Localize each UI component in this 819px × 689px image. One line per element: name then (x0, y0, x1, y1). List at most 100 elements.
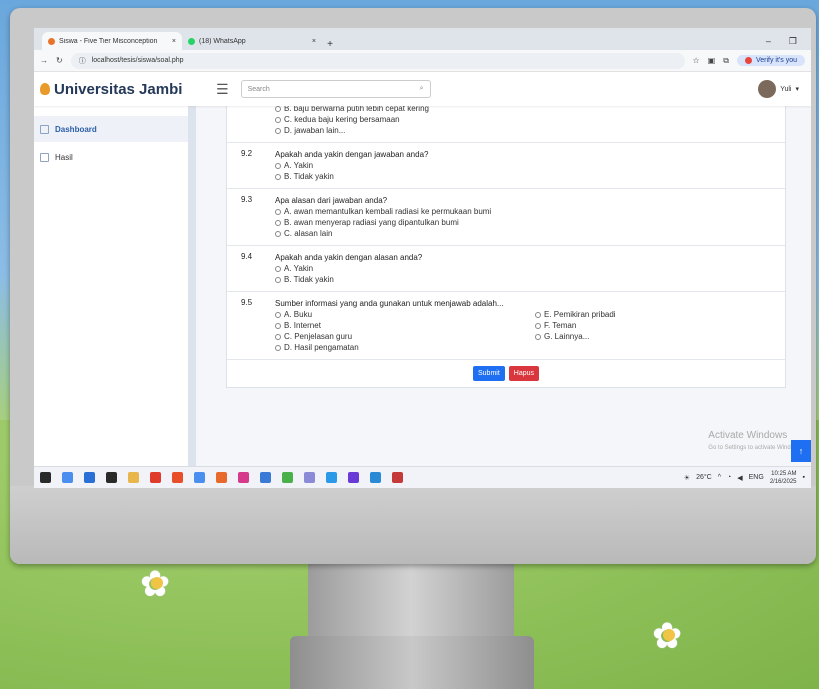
weather-icon[interactable]: ☀ (684, 474, 690, 482)
screen: Siswa - Five Tier Misconception × (18) W… (34, 28, 811, 488)
window-controls: – ❐ (766, 32, 811, 50)
submit-button[interactable]: Submit (472, 366, 505, 381)
sidebar-item-hasil[interactable]: Hasil (34, 144, 188, 170)
address-bar-row: → ↻ ⓘ localhost/tesis/siswa/soal.php ☆ ▣… (34, 50, 811, 72)
question-row-9-4: 9.4 Apakah anda yakin dengan alasan anda… (227, 246, 785, 292)
brand[interactable]: Universitas Jambi (40, 81, 204, 98)
answer-option[interactable]: A. Yakin (275, 263, 785, 274)
answer-option[interactable]: A. awan memantulkan kembali radiasi ke p… (275, 206, 785, 217)
main-content: B. baju berwarna putih lebih cepat kerin… (204, 106, 811, 472)
app-icon[interactable] (304, 472, 315, 483)
option-label: E. Pemikiran pribadi (544, 310, 616, 319)
radio-icon[interactable] (275, 106, 281, 112)
search-input[interactable]: Search ⌕ (240, 80, 431, 98)
user-menu[interactable]: Yuli ▾ (758, 80, 805, 98)
radio-icon[interactable] (275, 265, 281, 272)
radio-icon[interactable] (275, 219, 281, 226)
answer-option[interactable]: A. Yakin (275, 160, 785, 171)
search-icon[interactable]: ⌕ (420, 85, 424, 93)
option-label: A. Yakin (284, 264, 314, 273)
lang-indicator[interactable]: ENG (749, 474, 764, 481)
app-icon[interactable] (392, 472, 403, 483)
scroll-to-top-button[interactable]: ↑ (791, 440, 811, 462)
split-view-icon[interactable]: ⧉ (723, 56, 729, 66)
minimize-icon[interactable]: – (766, 36, 771, 46)
app-icon[interactable] (282, 472, 293, 483)
back-arrow-icon[interactable]: → (40, 56, 48, 65)
monitor-stand-base (290, 636, 534, 689)
answer-option[interactable]: C. alasan lain (275, 228, 785, 239)
answer-option[interactable]: B. Tidak yakin (275, 274, 785, 285)
browser-tab-bar: Siswa - Five Tier Misconception × (18) W… (34, 28, 811, 50)
task-view-icon[interactable] (62, 472, 73, 483)
answer-option[interactable]: B. awan menyerap radiasi yang dipantulka… (275, 217, 785, 228)
answer-option[interactable]: B. baju berwarna putih lebih cepat kerin… (275, 106, 785, 114)
radio-icon[interactable] (275, 208, 281, 215)
clock[interactable]: 10:25 AM 2/16/2025 (770, 470, 797, 486)
results-icon (40, 152, 49, 162)
radio-icon[interactable] (535, 311, 541, 318)
volume-icon[interactable]: ◀ (737, 474, 742, 482)
answer-option[interactable]: G. Lainnya... (535, 331, 735, 342)
option-label: G. Lainnya... (544, 332, 590, 341)
answer-option[interactable]: C. kedua baju kering bersamaan (275, 114, 785, 125)
file-explorer-icon[interactable] (128, 472, 139, 483)
edge-icon[interactable] (326, 472, 337, 483)
answer-option[interactable]: F. Teman (535, 320, 735, 331)
answer-option[interactable]: A. Buku (275, 309, 535, 320)
answer-option[interactable]: C. Penjelasan guru (275, 331, 535, 342)
app-icon[interactable] (260, 472, 271, 483)
bookmark-star-icon[interactable]: ☆ (693, 56, 700, 65)
radio-icon[interactable] (535, 322, 541, 329)
brand-title: Universitas Jambi (54, 80, 183, 98)
option-label: A. Yakin (284, 161, 314, 170)
app-icon[interactable] (238, 472, 249, 483)
maximize-icon[interactable]: ❐ (789, 36, 797, 47)
question-text: Sumber informasi yang anda gunakan untuk… (275, 299, 504, 308)
url-field[interactable]: ⓘ localhost/tesis/siswa/soal.php (70, 52, 685, 69)
site-info-icon[interactable]: ⓘ (79, 56, 86, 66)
radio-icon[interactable] (275, 162, 281, 169)
weather-temp[interactable]: 26°C (696, 474, 712, 481)
radio-icon[interactable] (275, 311, 281, 318)
tab-whatsapp[interactable]: (18) WhatsApp × (182, 32, 322, 50)
widgets-icon[interactable] (84, 472, 95, 483)
answer-option[interactable]: B. Tidak yakin (275, 171, 785, 182)
answer-option[interactable]: D. jawaban lain... (275, 125, 785, 136)
sidebar-item-dashboard[interactable]: Dashboard (34, 116, 188, 142)
app-icon[interactable] (216, 472, 227, 483)
radio-icon[interactable] (275, 230, 281, 237)
close-tab-icon[interactable]: × (312, 38, 316, 45)
wifi-icon[interactable]: ◔ (727, 474, 731, 481)
app-icon[interactable] (370, 472, 381, 483)
tray-chevron-icon[interactable]: ^ (718, 474, 721, 481)
radio-icon[interactable] (535, 333, 541, 340)
delete-button[interactable]: Hapus (508, 366, 540, 381)
app-icon[interactable] (194, 472, 205, 483)
app-icon[interactable] (348, 472, 359, 483)
new-tab-button[interactable]: + (322, 39, 338, 50)
clock-date: 2/16/2025 (769, 478, 797, 485)
start-icon[interactable] (40, 472, 51, 483)
reload-icon[interactable]: ↻ (56, 56, 63, 65)
answer-option[interactable]: D. Hasil pengamatan (275, 342, 535, 353)
extension-icon[interactable]: ▣ (708, 56, 716, 65)
verify-identity-button[interactable]: Verify it's you (736, 55, 805, 66)
radio-icon[interactable] (275, 127, 281, 134)
tab-siswa[interactable]: Siswa - Five Tier Misconception × (42, 32, 182, 50)
question-body: Apakah anda yakin dengan jawaban anda? A… (275, 149, 785, 182)
chrome-icon[interactable] (172, 472, 183, 483)
radio-icon[interactable] (275, 116, 281, 123)
radio-icon[interactable] (275, 344, 281, 351)
menu-toggle-icon[interactable]: ☰ (216, 81, 229, 98)
radio-icon[interactable] (275, 333, 281, 340)
notification-icon[interactable]: ▪ (803, 474, 805, 481)
radio-icon[interactable] (275, 322, 281, 329)
close-tab-icon[interactable]: × (172, 38, 176, 45)
terminal-icon[interactable] (106, 472, 117, 483)
answer-option[interactable]: B. Internet (275, 320, 535, 331)
answer-option[interactable]: E. Pemikiran pribadi (535, 309, 735, 320)
radio-icon[interactable] (275, 276, 281, 283)
opera-icon[interactable] (150, 472, 161, 483)
radio-icon[interactable] (275, 173, 281, 180)
